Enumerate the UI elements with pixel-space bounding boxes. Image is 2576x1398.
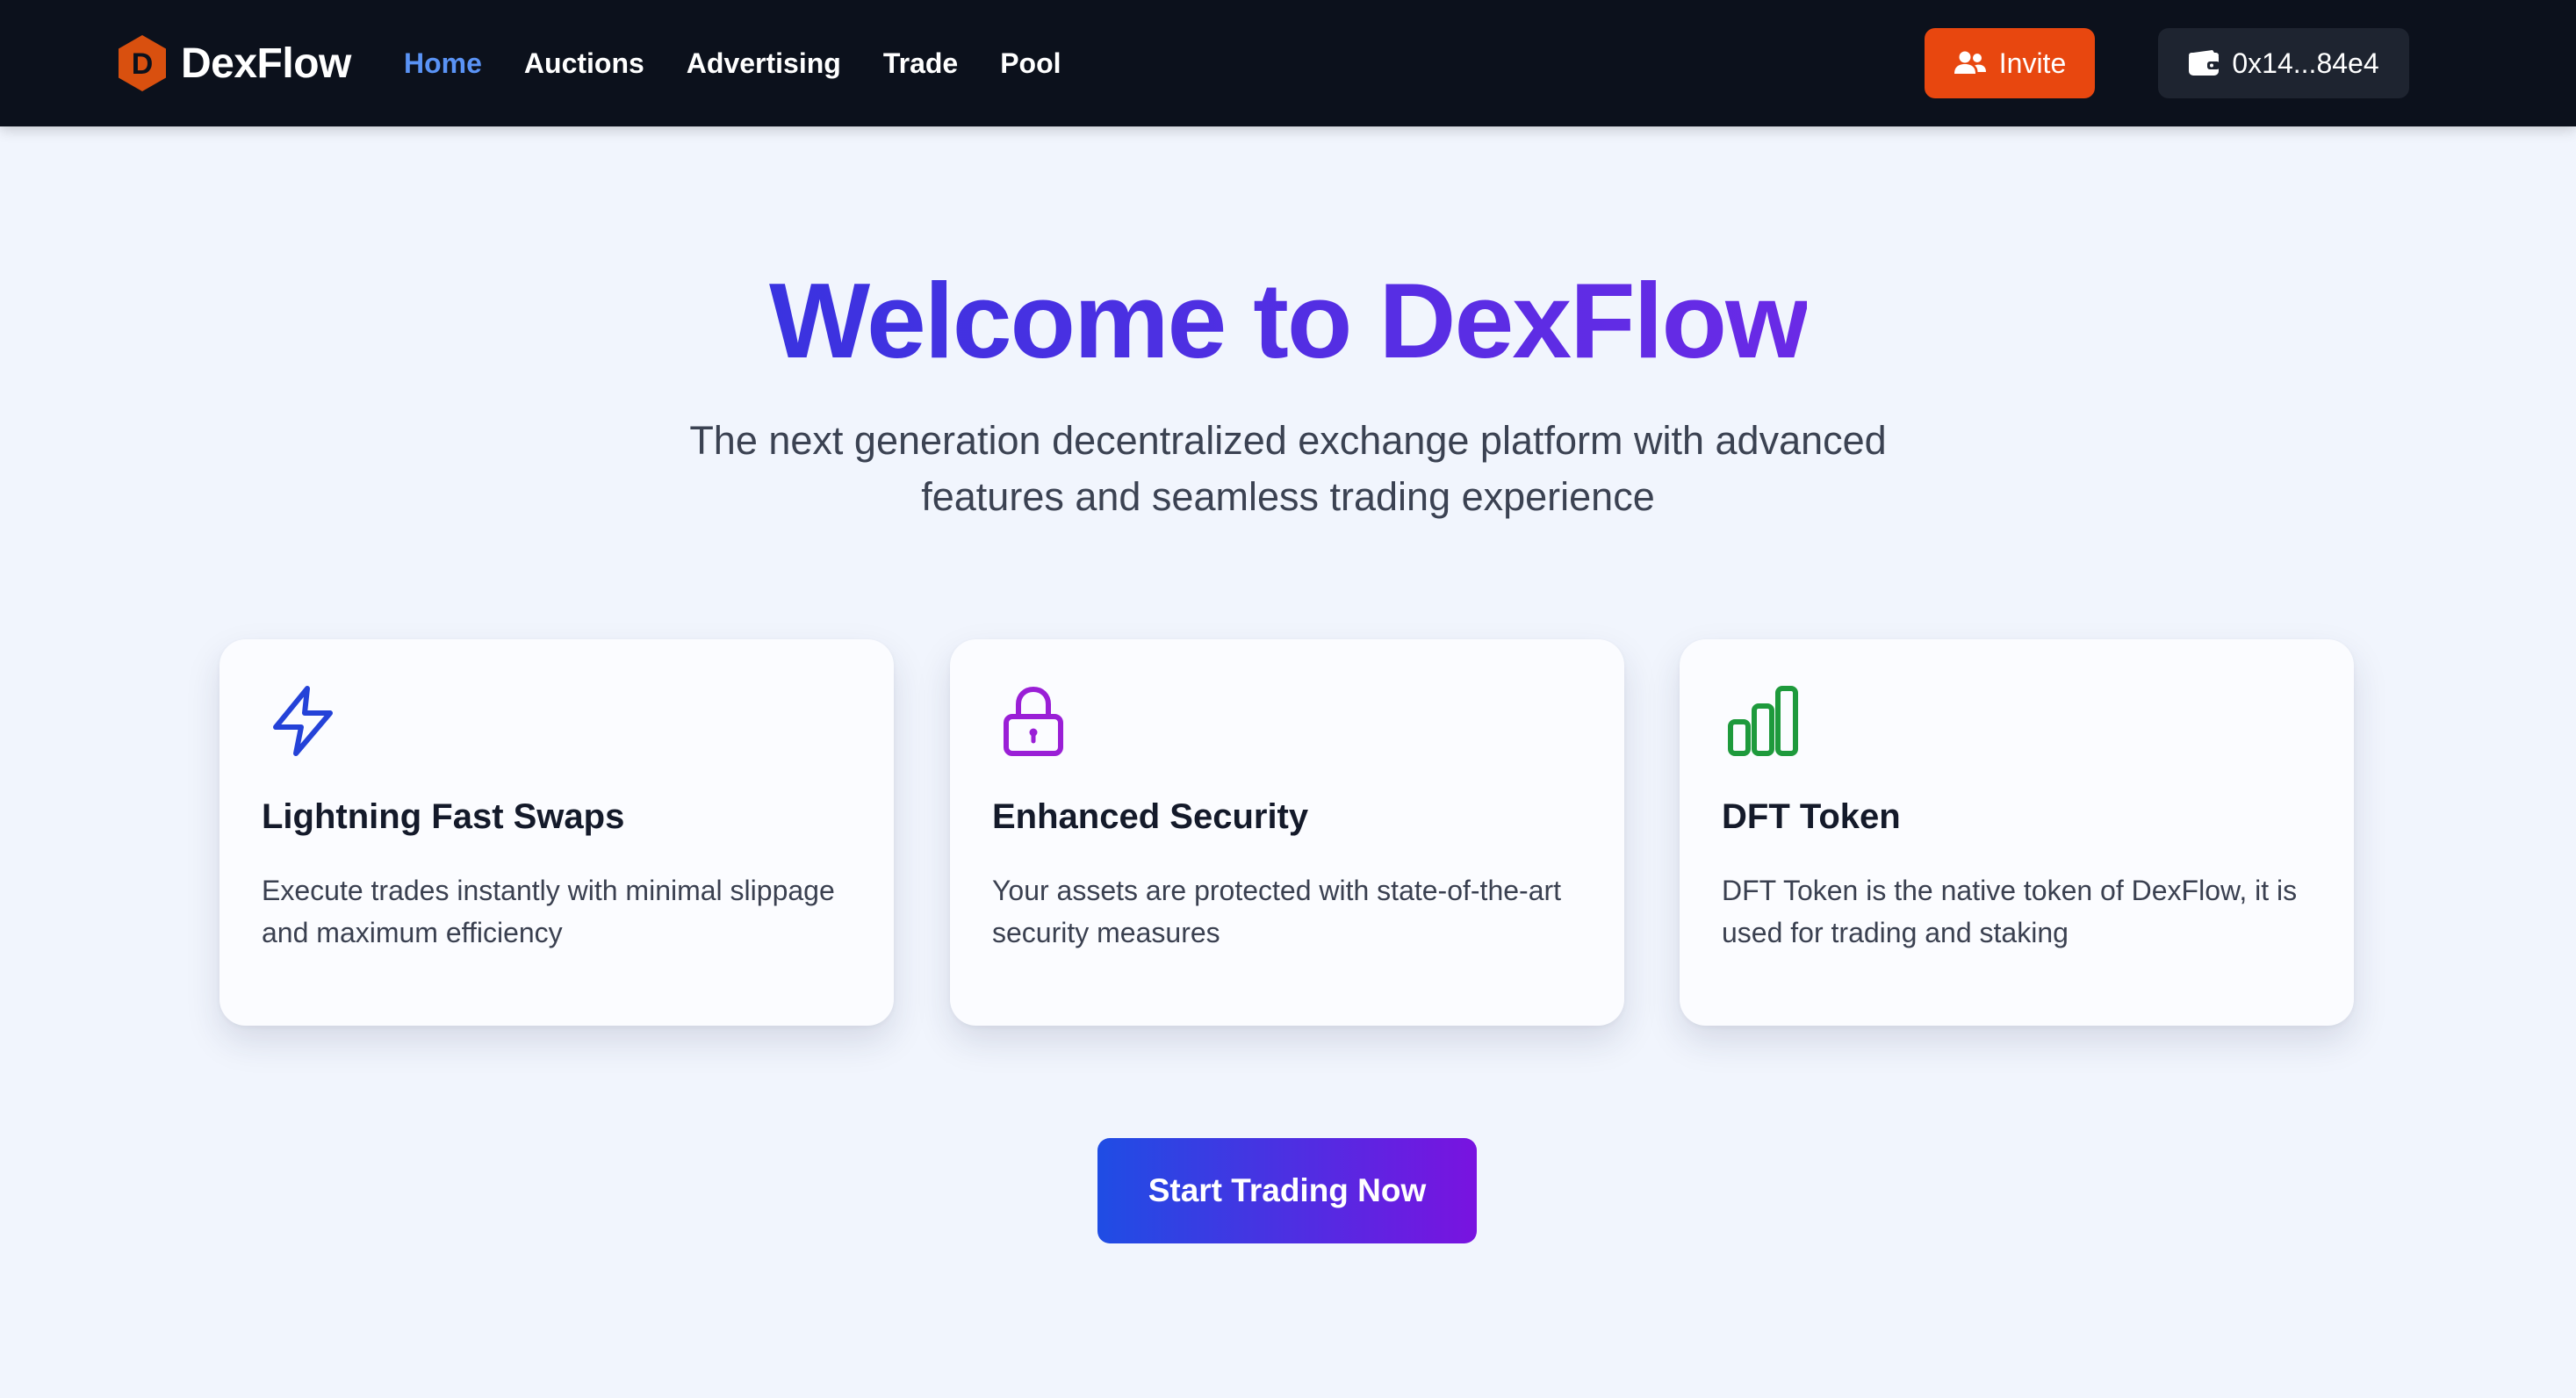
feature-card-token: DFT Token DFT Token is the native token … [1680,639,2354,1026]
feature-description: DFT Token is the native token of DexFlow… [1722,875,2298,948]
dexflow-logo-icon: D [119,35,166,91]
svg-text:D: D [132,47,154,81]
nav-item-home[interactable]: Home [404,47,482,80]
feature-description: Execute trades instantly with minimal sl… [262,875,835,948]
nav-item-pool[interactable]: Pool [1000,47,1061,80]
main-nav: Home Auctions Advertising Trade Pool [404,0,1104,126]
brand-home-link[interactable]: D DexFlow [116,33,351,93]
lightning-icon [273,686,333,756]
top-navbar: D DexFlow Home Auctions Advertising Trad… [0,0,2576,126]
bar-chart-icon [1728,686,1798,756]
hero-subtitle: The next generation decentralized exchan… [689,418,1887,519]
wallet-button[interactable]: 0x14...84e4 [2158,28,2409,98]
invite-button-label: Invite [1998,47,2067,79]
wallet-address: 0x14...84e4 [2232,47,2379,79]
brand-name: DexFlow [181,40,351,87]
feature-card-lightning: Lightning Fast Swaps Execute trades inst… [219,639,894,1026]
users-icon [1954,51,1986,74]
nav-item-advertising[interactable]: Advertising [687,47,841,80]
feature-card-security: Enhanced Security Your assets are protec… [950,639,1624,1026]
feature-description: Your assets are protected with state-of-… [992,875,1562,948]
nav-item-auctions[interactable]: Auctions [524,47,644,80]
page-title-text: Welcome to DexFlow [769,261,1809,380]
lock-icon [1004,686,1063,756]
feature-title: Enhanced Security [992,797,1309,836]
feature-title: DFT Token [1722,797,1901,836]
invite-button[interactable]: Invite [1925,28,2095,98]
start-trading-button[interactable]: Start Trading Now [1097,1138,1477,1243]
nav-item-trade[interactable]: Trade [883,47,958,80]
wallet-icon [2189,50,2220,76]
feature-title: Lightning Fast Swaps [262,797,625,836]
page-title: Welcome to DexFlow [0,255,2576,386]
